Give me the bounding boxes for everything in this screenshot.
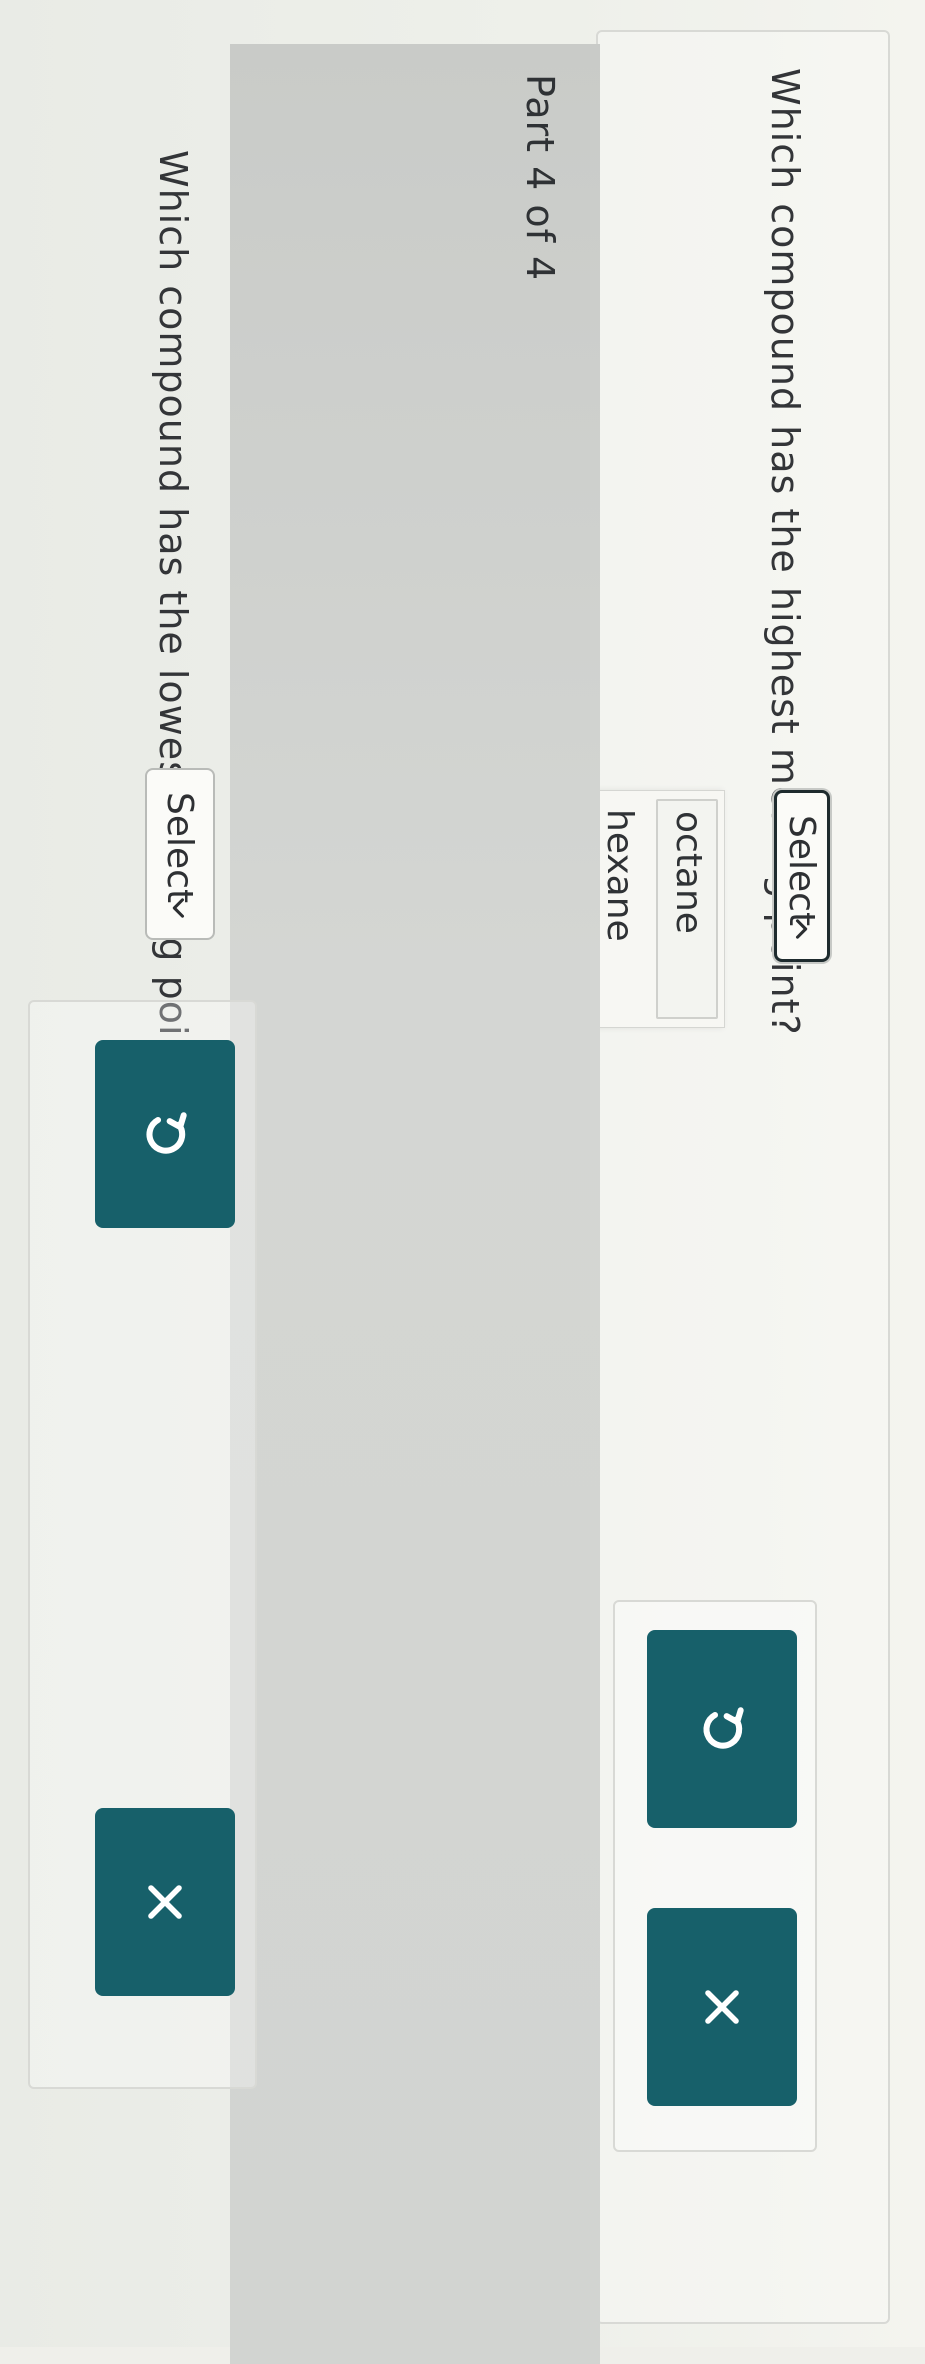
part4-select[interactable]: Select — [145, 768, 215, 940]
undo-arrow-icon — [703, 1707, 744, 1749]
x-icon — [148, 1885, 182, 1919]
part4-question-text: Which compound has the lowest melting po… — [151, 150, 195, 1099]
undo-arrow-icon — [146, 1112, 187, 1154]
part3-select-value: Select — [781, 815, 823, 927]
x-icon — [705, 1990, 739, 2024]
part3-clear-button[interactable] — [647, 1908, 797, 2106]
part4-header-band: Part 4 of 4 — [230, 44, 600, 2364]
part4-undo-button[interactable] — [95, 1040, 235, 1228]
part4-header-label: Part 4 of 4 — [518, 74, 562, 282]
dropdown-option[interactable]: octane — [656, 799, 718, 1019]
dropdown-option[interactable]: hexane — [599, 809, 640, 942]
part4-clear-button[interactable] — [95, 1808, 235, 1996]
part4-select-value: Select — [159, 792, 201, 904]
chevron-up-icon — [795, 919, 808, 939]
chevron-down-icon — [172, 898, 185, 918]
page-rotated: Which compound has the highest melting p… — [0, 0, 925, 2364]
part3-undo-button[interactable] — [647, 1630, 797, 1828]
part3-select[interactable]: Select — [774, 790, 830, 962]
